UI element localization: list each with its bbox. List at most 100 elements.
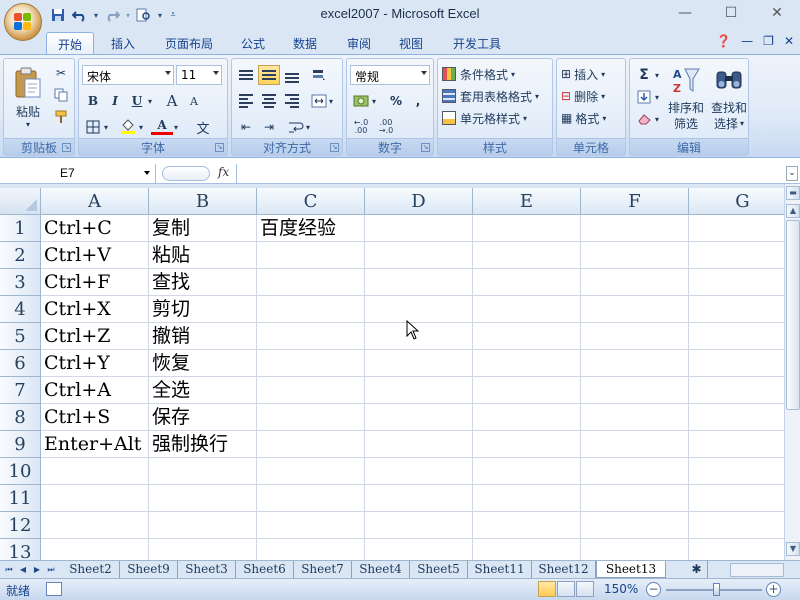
cell-f6[interactable] xyxy=(581,350,689,377)
cell-d3[interactable] xyxy=(365,269,473,296)
find-select-label-2[interactable]: 选择 ▾ xyxy=(708,115,750,131)
cell-a13[interactable] xyxy=(41,539,149,560)
sheet-tab-sheet2[interactable]: Sheet2 xyxy=(62,561,120,578)
cell-d13[interactable] xyxy=(365,539,473,560)
cell-f5[interactable] xyxy=(581,323,689,350)
cell-g8[interactable] xyxy=(689,404,784,431)
cut-icon[interactable]: ✂ xyxy=(50,63,72,83)
cell-b7[interactable]: 全选 xyxy=(149,377,257,404)
cell-f3[interactable] xyxy=(581,269,689,296)
decrease-indent-icon[interactable]: ⇤ xyxy=(235,117,257,137)
last-sheet-icon[interactable]: ⏭ xyxy=(45,562,57,577)
cell-c2[interactable] xyxy=(257,242,365,269)
cell-f1[interactable] xyxy=(581,215,689,242)
format-cells-button[interactable]: ▦ 格式 ▾ xyxy=(561,108,606,128)
increase-decimal-button[interactable]: ←.0 .00 xyxy=(350,117,372,137)
paste-icon[interactable] xyxy=(8,63,48,103)
cell-a2[interactable]: Ctrl+V xyxy=(41,242,149,269)
row-header-5[interactable]: 5 xyxy=(0,323,41,350)
ribbon-restore-icon[interactable]: ❐ xyxy=(763,34,774,48)
vertical-scroll-thumb[interactable] xyxy=(786,220,800,410)
cell-c1[interactable]: 百度经验 xyxy=(257,215,365,242)
fill-color-dropdown-icon[interactable]: ▾ xyxy=(136,117,146,137)
cell-d9[interactable] xyxy=(365,431,473,458)
row-header-9[interactable]: 9 xyxy=(0,431,41,458)
align-right-icon[interactable] xyxy=(281,91,303,111)
cell-e7[interactable] xyxy=(473,377,581,404)
format-painter-icon[interactable] xyxy=(50,107,72,127)
cell-a1[interactable]: Ctrl+C xyxy=(41,215,149,242)
cell-f8[interactable] xyxy=(581,404,689,431)
insert-sheet-icon[interactable]: ✱ xyxy=(686,561,708,578)
sheet-tab-sheet3[interactable]: Sheet3 xyxy=(178,561,236,578)
cell-g5[interactable] xyxy=(689,323,784,350)
shrink-font-button[interactable]: A xyxy=(183,91,205,111)
cell-e12[interactable] xyxy=(473,512,581,539)
scroll-down-icon[interactable]: ▼ xyxy=(786,542,800,556)
cell-g4[interactable] xyxy=(689,296,784,323)
row-header-2[interactable]: 2 xyxy=(0,242,41,269)
cell-a9[interactable]: Enter+Alt xyxy=(41,431,149,458)
prev-sheet-icon[interactable]: ◀ xyxy=(17,562,29,577)
bold-button[interactable]: B xyxy=(82,91,104,111)
cell-g11[interactable] xyxy=(689,485,784,512)
delete-cells-button[interactable]: ⊟ 删除 ▾ xyxy=(561,86,605,106)
cell-a8[interactable]: Ctrl+S xyxy=(41,404,149,431)
macro-record-icon[interactable] xyxy=(46,582,62,596)
split-box-icon[interactable]: ▬ xyxy=(786,186,800,200)
cell-b8[interactable]: 保存 xyxy=(149,404,257,431)
sort-filter-label-2[interactable]: 筛选 xyxy=(664,115,708,131)
merge-dropdown-icon[interactable]: ▾ xyxy=(326,91,336,111)
cell-d8[interactable] xyxy=(365,404,473,431)
row-header-10[interactable]: 10 xyxy=(0,458,41,485)
vertical-scrollbar[interactable]: ▬ ▲ ▼ xyxy=(784,184,800,560)
normal-view-icon[interactable] xyxy=(538,581,556,597)
row-header-12[interactable]: 12 xyxy=(0,512,41,539)
paste-dropdown-icon[interactable]: ▾ xyxy=(8,119,48,129)
cell-d4[interactable] xyxy=(365,296,473,323)
column-header-c[interactable]: C xyxy=(257,188,365,215)
cell-b6[interactable]: 恢复 xyxy=(149,350,257,377)
cell-e10[interactable] xyxy=(473,458,581,485)
cell-styles-button[interactable]: 单元格样式 ▾ xyxy=(442,108,527,128)
sheet-tab-sheet4[interactable]: Sheet4 xyxy=(352,561,410,578)
maximize-icon[interactable]: ☐ xyxy=(708,0,754,26)
cell-a4[interactable]: Ctrl+X xyxy=(41,296,149,323)
cell-a6[interactable]: Ctrl+Y xyxy=(41,350,149,377)
font-color-button[interactable]: A xyxy=(151,117,173,135)
cell-g3[interactable] xyxy=(689,269,784,296)
clear-dropdown-icon[interactable]: ▾ xyxy=(652,109,662,129)
tab-developer[interactable]: 开发工具 xyxy=(444,32,510,54)
cell-b9[interactable]: 强制换行 xyxy=(149,431,257,458)
cell-d6[interactable] xyxy=(365,350,473,377)
cell-c6[interactable] xyxy=(257,350,365,377)
tab-page-layout[interactable]: 页面布局 xyxy=(156,32,222,54)
align-center-icon[interactable] xyxy=(258,91,280,111)
row-header-3[interactable]: 3 xyxy=(0,269,41,296)
cell-a11[interactable] xyxy=(41,485,149,512)
tab-home[interactable]: 开始 xyxy=(46,32,94,54)
select-all-corner[interactable] xyxy=(0,188,41,215)
cell-g13[interactable] xyxy=(689,539,784,560)
cell-f2[interactable] xyxy=(581,242,689,269)
zoom-slider-thumb[interactable] xyxy=(713,583,720,596)
sheet-tab-sheet12[interactable]: Sheet12 xyxy=(532,561,596,578)
insert-cells-button[interactable]: ⊞ 插入 ▾ xyxy=(561,64,605,84)
cell-g7[interactable] xyxy=(689,377,784,404)
zoom-in-icon[interactable]: + xyxy=(766,582,781,597)
alignment-launcher-icon[interactable]: ↘ xyxy=(330,143,339,152)
orientation-icon[interactable] xyxy=(308,65,330,85)
cell-b3[interactable]: 查找 xyxy=(149,269,257,296)
sheet-tab-sheet11[interactable]: Sheet11 xyxy=(468,561,532,578)
cell-b5[interactable]: 撤销 xyxy=(149,323,257,350)
first-sheet-icon[interactable]: ⏮ xyxy=(3,562,15,577)
cell-c7[interactable] xyxy=(257,377,365,404)
name-box[interactable]: E7 xyxy=(0,164,156,183)
decrease-decimal-button[interactable]: .00 →.0 xyxy=(375,117,397,137)
cell-f12[interactable] xyxy=(581,512,689,539)
sheet-tab-sheet13[interactable]: Sheet13 xyxy=(596,561,666,578)
cell-b2[interactable]: 粘贴 xyxy=(149,242,257,269)
align-top-icon[interactable] xyxy=(235,65,257,85)
worksheet-grid[interactable]: A B C D E F G 1 Ctrl+C 复制 百度经验 2 Ctrl+V 粘贴 3 Ctrl+F 查找 4 C… xyxy=(0,188,784,560)
sheet-tab-sheet9[interactable]: Sheet9 xyxy=(120,561,178,578)
